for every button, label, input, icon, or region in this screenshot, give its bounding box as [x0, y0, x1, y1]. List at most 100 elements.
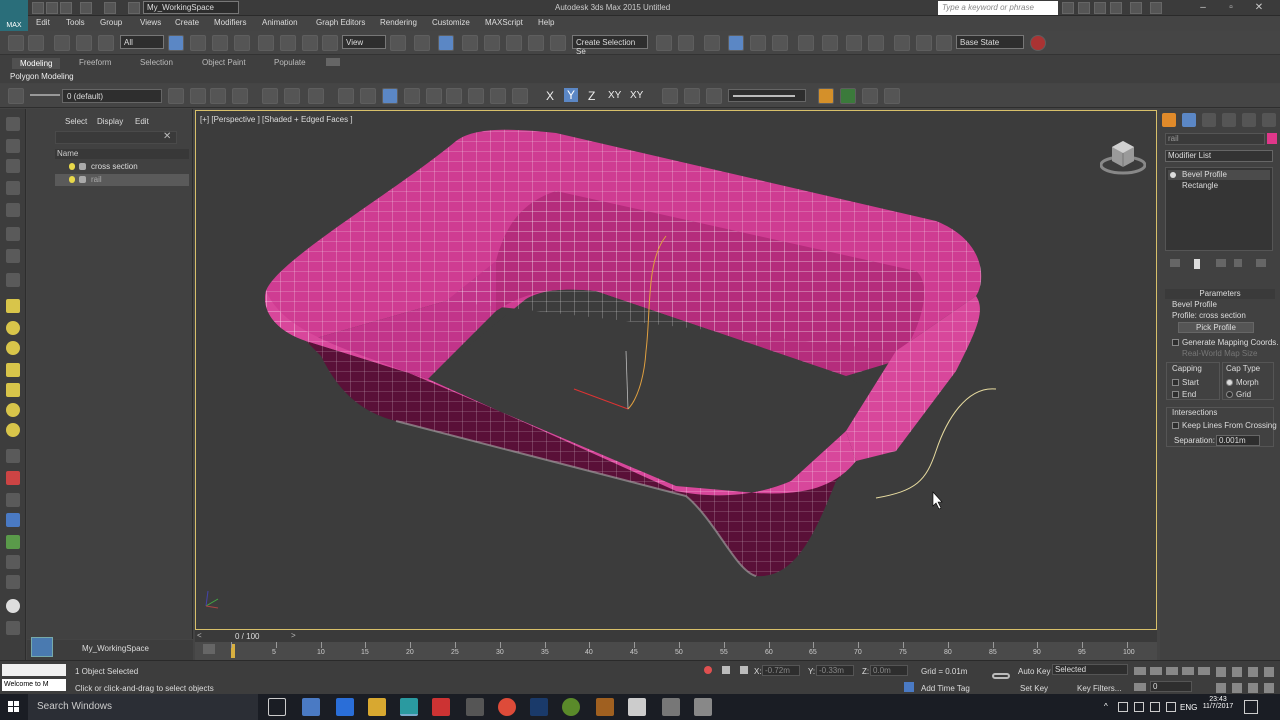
key-mode-icon[interactable] — [1134, 683, 1146, 691]
select-layer-icon[interactable] — [210, 88, 226, 104]
select-manipulate-icon[interactable] — [414, 35, 430, 51]
explorer-app-icon[interactable] — [302, 698, 320, 716]
track-bar[interactable]: 5 10 15 20 25 30 35 40 45 50 55 60 65 70 75 80 85 90 95 100 — [195, 642, 1157, 660]
absolute-mode-icon[interactable] — [740, 666, 748, 674]
cap-end-checkbox[interactable] — [1172, 391, 1179, 398]
layer-select[interactable]: 0 (default) — [62, 89, 162, 103]
menu-help[interactable]: Help — [538, 18, 554, 27]
stack-item-rectangle[interactable]: Rectangle — [1168, 181, 1270, 191]
time-slider[interactable]: < 0 / 100 > — [195, 630, 1157, 642]
set-current-layer-icon[interactable] — [232, 88, 248, 104]
minimize-icon[interactable]: – — [1196, 2, 1210, 14]
align-to-view-icon[interactable] — [262, 88, 278, 104]
auto-key-select[interactable]: Selected — [1052, 664, 1128, 675]
link-icon[interactable] — [54, 35, 70, 51]
redo-icon[interactable] — [104, 2, 116, 14]
sphere-primitive-icon[interactable] — [6, 341, 20, 355]
prev-frame-icon[interactable] — [1150, 667, 1162, 675]
app-logo[interactable]: MAX — [0, 0, 28, 34]
project-folder-icon[interactable] — [128, 2, 140, 14]
modifier-list-select[interactable]: Modifier List — [1165, 150, 1273, 162]
snap-face-icon[interactable] — [404, 88, 420, 104]
render-setup-icon[interactable] — [822, 35, 838, 51]
white-sphere-icon[interactable] — [6, 599, 20, 613]
tab-modeling[interactable]: Modeling — [12, 58, 61, 69]
snap-pivot-icon[interactable] — [426, 88, 442, 104]
axis-z-button[interactable]: Z — [588, 89, 595, 103]
compass-icon[interactable] — [862, 88, 878, 104]
angle-snap-icon[interactable] — [484, 35, 500, 51]
time-next-arrow-icon[interactable]: > — [291, 631, 296, 640]
place-icon[interactable] — [322, 35, 338, 51]
play-icon[interactable] — [1166, 667, 1178, 675]
bind-space-warp-icon[interactable] — [98, 35, 114, 51]
close-icon[interactable]: ✕ — [1252, 2, 1266, 14]
motion-panel-icon[interactable] — [1222, 113, 1236, 127]
freeze-icon[interactable] — [79, 176, 86, 183]
stack-item-bevel-profile[interactable]: Bevel Profile — [1168, 170, 1270, 180]
zoom-extents-all-icon[interactable] — [1264, 667, 1274, 677]
named-selection-select[interactable]: Create Selection Se — [572, 35, 648, 56]
open-icon[interactable] — [46, 2, 58, 14]
snap-perp-icon[interactable] — [468, 88, 484, 104]
plane-icon[interactable] — [6, 159, 20, 173]
tab-selection[interactable]: Selection — [140, 58, 173, 67]
explorer-column-name[interactable]: Name — [55, 149, 189, 159]
chrome-app-icon[interactable] — [498, 698, 516, 716]
menu-views[interactable]: Views — [140, 18, 161, 27]
menu-modifiers[interactable]: Modifiers — [214, 18, 246, 27]
light-bulb-icon[interactable] — [69, 163, 75, 170]
select-by-name-icon[interactable] — [190, 35, 206, 51]
box-primitive-icon[interactable] — [6, 299, 20, 313]
geosphere-icon[interactable] — [6, 363, 20, 377]
helper-icon[interactable] — [6, 493, 20, 507]
cone-icon[interactable] — [6, 321, 20, 335]
state-sets-select[interactable]: Base State — [956, 35, 1024, 49]
record-icon[interactable] — [1030, 35, 1046, 51]
brush-presets-icon[interactable] — [818, 88, 834, 104]
mirror-icon[interactable] — [656, 35, 672, 51]
pyramid-icon[interactable] — [6, 383, 20, 397]
material-editor-icon[interactable] — [798, 35, 814, 51]
tool-app-icon[interactable] — [466, 698, 484, 716]
snap-edge-icon[interactable] — [382, 88, 398, 104]
constraints-icon[interactable] — [338, 88, 354, 104]
sun-icon[interactable] — [6, 403, 20, 417]
light-bulb-icon[interactable] — [69, 176, 75, 183]
key-filters-button[interactable]: Key Filters... — [1077, 684, 1121, 693]
explorer-tab-display[interactable]: Display — [97, 117, 123, 126]
auto-key-button[interactable]: Auto Key — [1018, 667, 1050, 676]
axis-x-button[interactable]: X — [546, 89, 554, 103]
language-indicator[interactable]: ENG — [1180, 703, 1197, 712]
ruler-icon[interactable] — [884, 88, 900, 104]
array-icon[interactable] — [308, 88, 324, 104]
keep-lines-checkbox[interactable] — [1172, 422, 1179, 429]
rendered-frame-window-icon[interactable] — [846, 35, 862, 51]
lock-selection-icon[interactable] — [722, 666, 730, 674]
teapot-icon[interactable] — [6, 273, 20, 287]
utilities-panel-icon[interactable] — [1262, 113, 1276, 127]
move-icon[interactable] — [258, 35, 274, 51]
3dsmax-app-icon[interactable] — [400, 698, 418, 716]
layer-manager-icon[interactable] — [8, 88, 24, 104]
menu-group[interactable]: Group — [100, 18, 122, 27]
pivot-center-icon[interactable] — [390, 35, 406, 51]
current-frame-input[interactable]: 0 — [1150, 681, 1192, 692]
maxscript-listener-input[interactable] — [2, 664, 66, 676]
menu-maxscript[interactable]: MAXScript — [485, 18, 523, 27]
align-icon[interactable] — [678, 35, 694, 51]
tray-arrow-icon[interactable]: ^ — [1104, 702, 1108, 711]
hierarchy-panel-icon[interactable] — [1202, 113, 1216, 127]
pan-icon[interactable] — [1232, 683, 1242, 693]
spiral-icon[interactable] — [6, 575, 20, 589]
file-explorer-app-icon[interactable] — [368, 698, 386, 716]
goto-start-icon[interactable] — [1134, 667, 1146, 675]
maximize-icon[interactable]: ▫ — [1224, 2, 1238, 14]
ribbon-panel-title[interactable]: Polygon Modeling — [10, 72, 74, 81]
modify-panel-icon[interactable] — [1182, 113, 1196, 127]
scale-icon[interactable] — [302, 35, 318, 51]
next-frame-icon[interactable] — [1182, 667, 1194, 675]
mini-curve-editor-icon[interactable] — [203, 644, 215, 654]
tab-object-paint[interactable]: Object Paint — [202, 58, 246, 67]
layer-freeze-icon[interactable] — [30, 94, 60, 96]
